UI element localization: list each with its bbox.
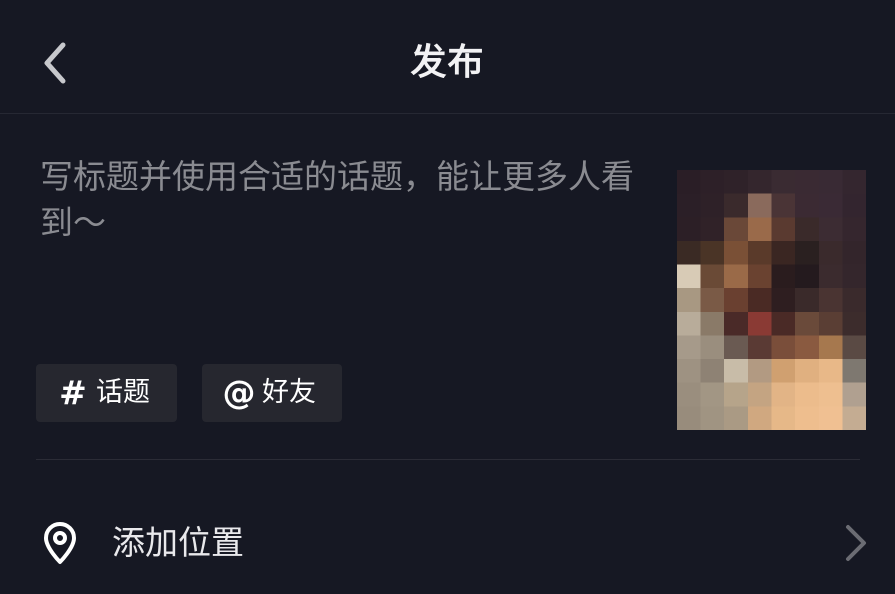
chevron-right-icon <box>846 525 866 561</box>
mention-friend-button[interactable]: @ 好友 <box>202 364 342 422</box>
mention-friend-label: 好友 <box>262 377 316 408</box>
caption-input[interactable] <box>40 154 640 304</box>
cover-thumbnail[interactable] <box>674 170 869 430</box>
add-topic-button[interactable]: # 话题 <box>36 364 177 422</box>
hashtag-icon: # <box>59 373 87 412</box>
add-topic-label: 话题 <box>96 377 150 408</box>
add-location-label: 添加位置 <box>112 523 244 562</box>
location-pin-icon <box>44 522 76 564</box>
at-icon: @ <box>222 373 256 412</box>
page-title: 发布 <box>410 42 485 83</box>
section-divider <box>36 459 860 460</box>
header-bar: 发布 <box>0 0 895 114</box>
add-location-row[interactable]: 添加位置 <box>0 495 895 591</box>
cover-image <box>676 170 867 430</box>
